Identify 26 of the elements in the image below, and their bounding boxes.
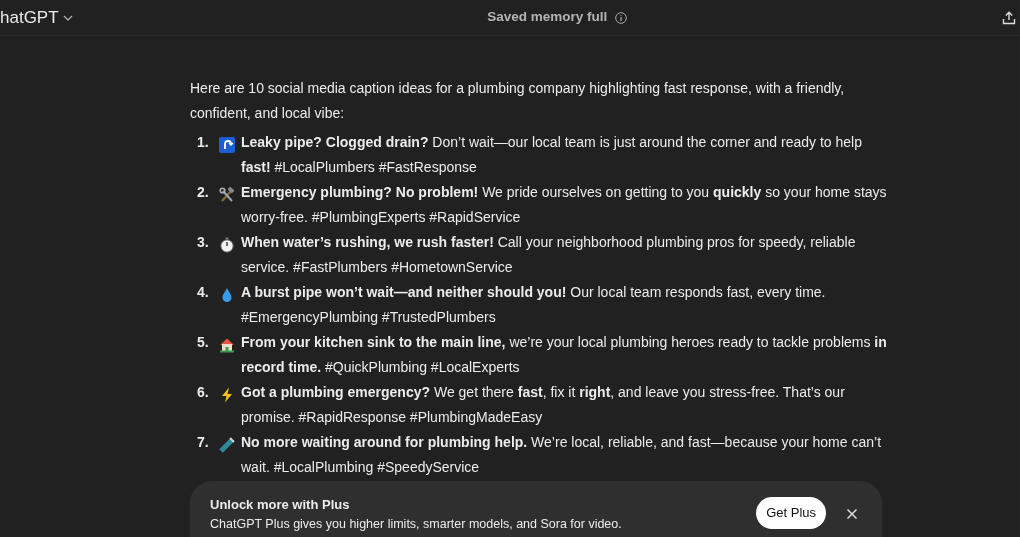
caption-sentence: Emergency plumbing? No problem! We pride ourselves on getting to you quickly so your home stays worry-free. #PlumbingExperts #RapidService xyxy=(241,183,888,227)
list-number: 5. xyxy=(196,333,210,352)
share-icon[interactable] xyxy=(1002,10,1016,25)
list-number: 6. xyxy=(196,383,210,402)
caption-sentence: Got a plumbing emergency? We get there fast, fix it right, and leave you stress-free. That’s our promise. #RapidResponse #PlumbingMadeEasy xyxy=(241,383,846,427)
list-number: 4. xyxy=(196,283,210,302)
caption-sentence: When water’s rushing, we rush faster! Call your neighborhood plumbing pros for speedy, reliable service. #FastPlumbers #HometownService xyxy=(241,233,857,277)
pipe-icon xyxy=(219,437,235,453)
chevron-down-icon[interactable] xyxy=(62,14,73,21)
intro-paragraph: Here are 10 social media caption ideas for a plumbing company highlighting fast response, with a friendly, confident, and local vibe: xyxy=(190,79,846,123)
memory-status: Saved memory full xyxy=(487,8,608,27)
stopwatch-icon xyxy=(219,237,235,253)
close-icon[interactable] xyxy=(846,507,858,520)
get-plus-button[interactable]: Get Plus xyxy=(756,497,826,529)
list-number: 3. xyxy=(196,233,210,252)
list-number: 7. xyxy=(196,433,210,452)
lightning-icon xyxy=(219,387,235,403)
list-number: 1. xyxy=(196,133,210,152)
info-icon[interactable] xyxy=(615,11,628,24)
caption-sentence: No more waiting around for plumbing help. We’re local, reliable, and fast—because your home can’t wait. #LocalPlumbing #SpeedyService xyxy=(241,433,883,477)
banner-title: Unlock more with Plus xyxy=(210,496,351,514)
house-icon xyxy=(219,337,235,353)
tools-icon xyxy=(219,187,235,203)
banner-text: ChatGPT Plus gives you higher limits, smarter models, and Sora for video. xyxy=(210,515,622,533)
list-number: 2. xyxy=(196,183,210,202)
model-selector[interactable]: hatGPT xyxy=(0,4,59,31)
